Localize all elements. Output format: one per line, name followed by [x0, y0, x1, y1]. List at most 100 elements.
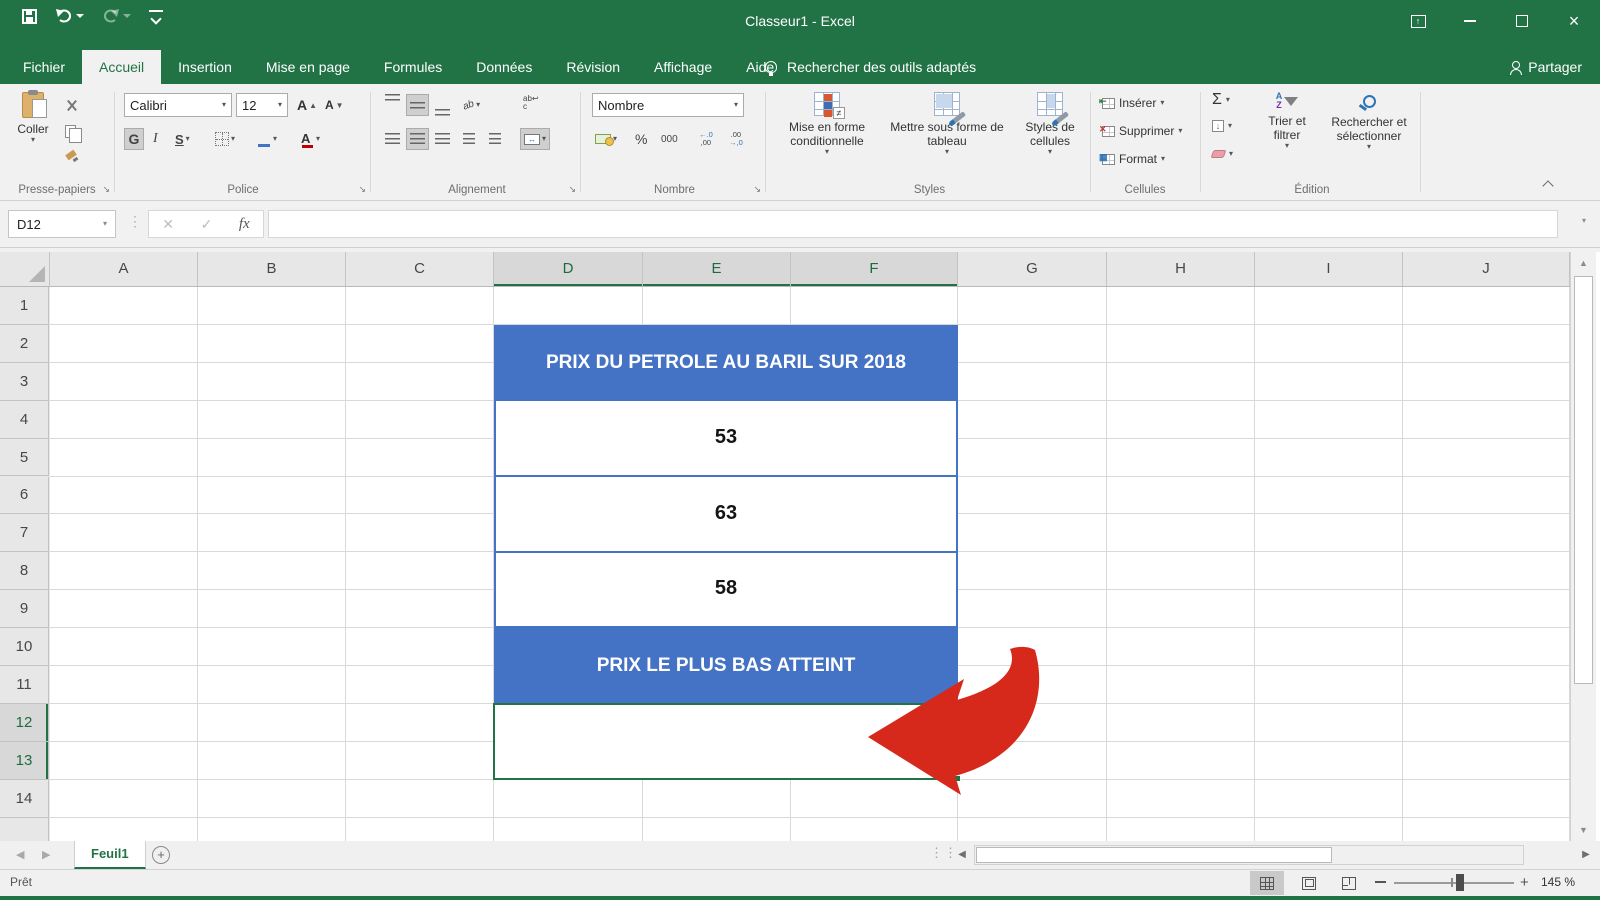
sort-filter-button[interactable]: AZ Trier et filtrer ▾: [1256, 92, 1318, 178]
row-header-2[interactable]: 2: [0, 325, 49, 363]
tell-me-search[interactable]: Rechercher des outils adaptés: [765, 50, 976, 84]
font-name-combo[interactable]: Calibri▾: [124, 93, 232, 117]
orientation-dropdown-icon[interactable]: ▾: [476, 101, 480, 109]
column-header-J[interactable]: J: [1403, 252, 1570, 286]
font-dialog-launcher-icon[interactable]: ↘: [358, 184, 366, 195]
horizontal-scrollbar[interactable]: [974, 845, 1524, 865]
column-header-D[interactable]: D: [494, 252, 643, 286]
cell-styles-button[interactable]: Styles de cellules ▾: [1015, 92, 1085, 178]
column-header-C[interactable]: C: [346, 252, 494, 286]
cancel-icon[interactable]: ✕: [162, 216, 174, 233]
cell-value-1[interactable]: 53: [494, 401, 958, 477]
hscroll-left-icon[interactable]: ◀: [952, 845, 972, 865]
view-page-break-button[interactable]: [1332, 871, 1366, 895]
align-right-button[interactable]: [432, 128, 453, 150]
increase-indent-button[interactable]: [486, 128, 504, 150]
number-dialog-launcher-icon[interactable]: ↘: [753, 184, 761, 195]
column-header-E[interactable]: E: [643, 252, 791, 286]
scroll-up-icon[interactable]: ▲: [1571, 258, 1596, 268]
number-format-dropdown-icon[interactable]: ▾: [734, 101, 738, 109]
cell-value-2[interactable]: 63: [494, 477, 958, 553]
italic-button[interactable]: I: [150, 128, 161, 150]
tab-fichier[interactable]: Fichier: [6, 50, 82, 84]
borders-button[interactable]: ▾: [212, 128, 238, 150]
tab-révision[interactable]: Révision: [549, 50, 637, 84]
clear-button[interactable]: ▾: [1212, 150, 1233, 158]
format-as-table-button[interactable]: Mettre sous forme de tableau ▾: [883, 92, 1011, 178]
bold-button[interactable]: G: [124, 128, 144, 150]
vertical-scrollbar-thumb[interactable]: [1574, 276, 1593, 684]
align-middle-button[interactable]: [406, 94, 429, 116]
minimize-button[interactable]: [1444, 0, 1496, 42]
increase-decimal-button[interactable]: ←.0,00: [696, 128, 716, 150]
cut-button[interactable]: [62, 94, 81, 116]
row-header-11[interactable]: 11: [0, 666, 49, 704]
fill-dropdown-icon[interactable]: ▾: [1228, 122, 1232, 130]
row-header-3[interactable]: 3: [0, 363, 49, 401]
sheet-nav-right-icon[interactable]: ▶: [42, 841, 50, 869]
zoom-slider-track[interactable]: [1394, 882, 1514, 884]
row-header-12[interactable]: 12: [0, 704, 49, 742]
column-header-A[interactable]: A: [50, 252, 198, 286]
fill-button[interactable]: ↓▾: [1212, 120, 1232, 132]
autosum-button[interactable]: Σ▾: [1212, 92, 1230, 108]
fill-color-dropdown-icon[interactable]: ▾: [273, 135, 277, 143]
row-header-1[interactable]: 1: [0, 287, 49, 325]
font-name-dropdown-icon[interactable]: ▾: [222, 101, 226, 109]
cells-layer[interactable]: PRIX DU PETROLE AU BARIL SUR 2018 53 63 …: [50, 287, 1570, 841]
format-as-table-dropdown-icon[interactable]: ▾: [945, 148, 949, 156]
paste-dropdown-icon[interactable]: ▾: [31, 136, 35, 144]
accounting-format-button[interactable]: ▾: [592, 128, 620, 150]
font-color-dropdown-icon[interactable]: ▾: [316, 135, 320, 143]
thousands-separator-button[interactable]: 000: [658, 128, 681, 150]
conditional-formatting-dropdown-icon[interactable]: ▾: [825, 148, 829, 156]
insert-dropdown-icon[interactable]: ▾: [1160, 99, 1164, 107]
column-header-G[interactable]: G: [958, 252, 1107, 286]
row-header-6[interactable]: 6: [0, 477, 49, 515]
sheet-tab-feuil1[interactable]: Feuil1: [74, 841, 146, 869]
tab-accueil[interactable]: Accueil: [82, 50, 161, 84]
align-top-button[interactable]: [382, 94, 403, 116]
select-all-corner[interactable]: [0, 252, 50, 287]
column-header-B[interactable]: B: [198, 252, 346, 286]
align-left-button[interactable]: [382, 128, 403, 150]
name-box[interactable]: D12 ▾: [8, 210, 116, 238]
row-header-13[interactable]: 13: [0, 742, 49, 780]
enter-icon[interactable]: ✓: [201, 216, 213, 233]
tab-affichage[interactable]: Affichage: [637, 50, 729, 84]
scroll-down-icon[interactable]: ▼: [1571, 825, 1596, 835]
font-size-dropdown-icon[interactable]: ▾: [278, 101, 282, 109]
insert-function-icon[interactable]: fx: [239, 216, 250, 233]
ribbon-display-options-button[interactable]: ↑: [1392, 0, 1444, 42]
conditional-formatting-button[interactable]: ≠ Mise en forme conditionnelle ▾: [775, 92, 879, 178]
orientation-button[interactable]: ab▾: [460, 94, 483, 116]
row-header-8[interactable]: 8: [0, 552, 49, 590]
align-center-button[interactable]: [406, 128, 429, 150]
insert-button[interactable]: ⇤Insérer▾: [1102, 96, 1164, 110]
view-normal-button[interactable]: [1250, 871, 1284, 895]
delete-button[interactable]: ✕Supprimer▾: [1102, 124, 1182, 138]
zoom-in-icon[interactable]: +: [1520, 876, 1529, 889]
row-header-9[interactable]: 9: [0, 590, 49, 628]
tab-données[interactable]: Données: [459, 50, 549, 84]
format-dropdown-icon[interactable]: ▾: [1161, 155, 1165, 163]
selected-cell-d12[interactable]: [493, 703, 959, 780]
cell-table-footer[interactable]: PRIX LE PLUS BAS ATTEINT: [494, 628, 958, 704]
hscroll-right-icon[interactable]: ▶: [1576, 845, 1596, 865]
row-header-5[interactable]: 5: [0, 439, 49, 477]
row-header-4[interactable]: 4: [0, 401, 49, 439]
decrease-font-button[interactable]: A▼: [322, 94, 347, 116]
format-painter-button[interactable]: [62, 146, 81, 168]
clear-dropdown-icon[interactable]: ▾: [1229, 150, 1233, 158]
merge-dropdown-icon[interactable]: ▾: [542, 135, 546, 143]
clipboard-dialog-launcher-icon[interactable]: ↘: [102, 184, 110, 195]
formula-input[interactable]: [268, 210, 1558, 238]
sheet-nav-left-icon[interactable]: ◀: [16, 841, 24, 869]
align-bottom-button[interactable]: [432, 94, 453, 116]
row-header-10[interactable]: 10: [0, 628, 49, 666]
percent-button[interactable]: %: [632, 128, 650, 150]
close-button[interactable]: ×: [1548, 0, 1600, 42]
row-header-14[interactable]: 14: [0, 780, 49, 818]
maximize-button[interactable]: [1496, 0, 1548, 42]
collapse-ribbon-icon[interactable]: [1542, 180, 1553, 191]
